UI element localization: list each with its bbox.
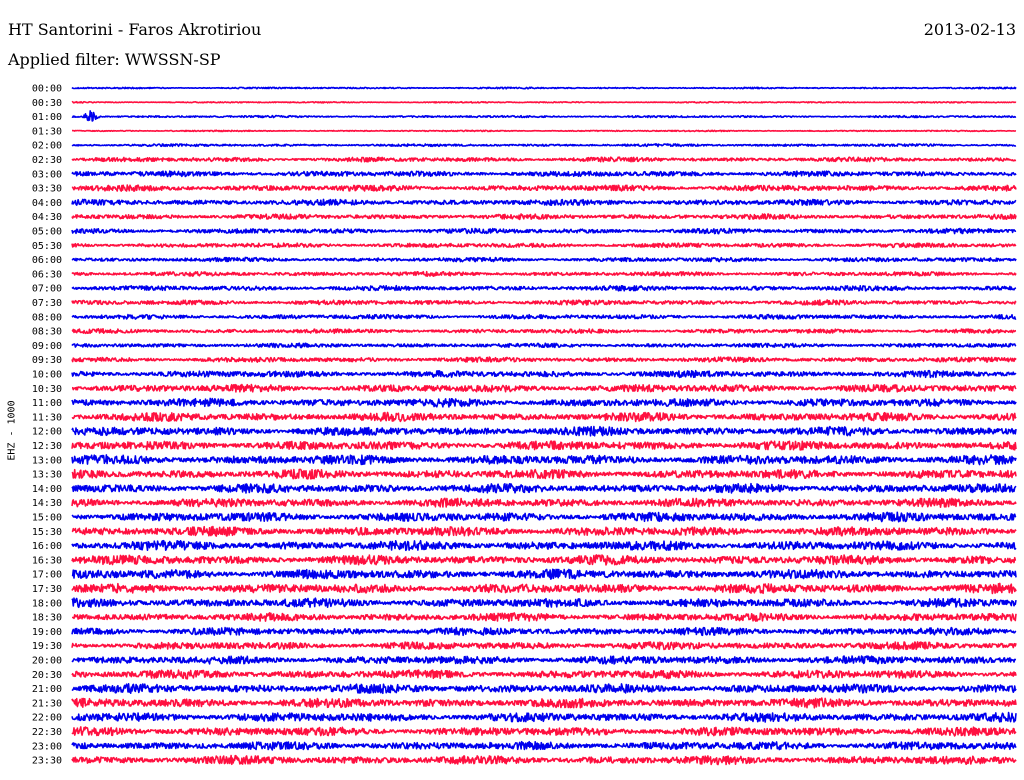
- trace-0600: [71, 256, 1017, 263]
- row-label: 19:00: [32, 627, 62, 638]
- trace-0930: [71, 356, 1017, 363]
- row-label: 09:30: [32, 355, 62, 366]
- row-label: 18:30: [32, 613, 62, 624]
- row-label: 16:30: [32, 555, 62, 566]
- trace-2030: [71, 669, 1017, 680]
- row-label: 11:00: [32, 398, 62, 409]
- trace-1400: [71, 482, 1017, 494]
- row-label: 22:00: [32, 713, 62, 724]
- row-label: 08:30: [32, 327, 62, 338]
- row-label: 19:30: [32, 641, 62, 652]
- trace-1100: [71, 397, 1017, 408]
- row-label: 17:00: [32, 570, 62, 581]
- trace-0400: [71, 198, 1017, 207]
- trace-0630: [71, 270, 1017, 277]
- row-label: 02:30: [32, 155, 62, 166]
- trace-0830: [71, 328, 1017, 335]
- row-label: 11:30: [32, 412, 62, 423]
- trace-0430: [71, 213, 1017, 221]
- row-label: 14:30: [32, 498, 62, 509]
- row-label: 00:00: [32, 84, 62, 95]
- trace-0530: [71, 242, 1017, 249]
- trace-0330: [71, 184, 1017, 192]
- trace-1800: [71, 597, 1017, 609]
- trace-1930: [71, 641, 1017, 651]
- row-label: 15:30: [32, 527, 62, 538]
- trace-0500: [71, 227, 1017, 235]
- row-label: 22:30: [32, 727, 62, 738]
- trace-2230: [71, 726, 1017, 737]
- row-label: 08:00: [32, 312, 62, 323]
- trace-2300: [71, 740, 1017, 751]
- row-label: 01:30: [32, 126, 62, 137]
- trace-1030: [71, 383, 1017, 393]
- trace-0300: [71, 170, 1017, 178]
- trace-1300: [71, 454, 1017, 466]
- trace-0730: [71, 299, 1017, 306]
- trace-1700: [71, 568, 1017, 580]
- trace-1630: [71, 554, 1017, 566]
- row-label: 01:00: [32, 112, 62, 123]
- trace-0200: [71, 143, 1017, 148]
- trace-1730: [71, 582, 1017, 595]
- row-label: 07:00: [32, 284, 62, 295]
- trace-0130: [71, 129, 1017, 133]
- trace-2100: [71, 683, 1017, 695]
- row-label: 10:30: [32, 384, 62, 395]
- row-label: 12:30: [32, 441, 62, 452]
- trace-0000: [71, 86, 1017, 90]
- trace-0900: [71, 342, 1017, 349]
- row-label: 18:00: [32, 598, 62, 609]
- trace-1230: [71, 440, 1017, 451]
- row-label: 07:30: [32, 298, 62, 309]
- row-label: 02:00: [32, 141, 62, 152]
- row-label: 00:30: [32, 98, 62, 109]
- row-label: 12:00: [32, 427, 62, 438]
- row-label: 23:30: [32, 756, 62, 767]
- trace-2200: [71, 711, 1017, 723]
- trace-0800: [71, 313, 1017, 320]
- row-label: 21:30: [32, 698, 62, 709]
- row-label: 17:30: [32, 584, 62, 595]
- trace-1000: [71, 369, 1017, 379]
- row-label: 06:30: [32, 269, 62, 280]
- row-label: 04:30: [32, 212, 62, 223]
- row-label: 10:00: [32, 370, 62, 381]
- trace-1830: [71, 612, 1017, 622]
- trace-1130: [71, 411, 1017, 423]
- trace-0030: [71, 100, 1017, 104]
- row-label: 05:00: [32, 227, 62, 238]
- row-label: 14:00: [32, 484, 62, 495]
- row-label: 20:30: [32, 670, 62, 681]
- trace-0700: [71, 284, 1017, 292]
- row-label: 03:00: [32, 169, 62, 180]
- trace-1430: [71, 497, 1017, 508]
- row-label: 04:00: [32, 198, 62, 209]
- row-label: 09:00: [32, 341, 62, 352]
- row-label: 03:30: [32, 184, 62, 195]
- row-label: 21:00: [32, 684, 62, 695]
- trace-1200: [71, 425, 1017, 437]
- trace-2130: [71, 697, 1017, 709]
- row-label: 23:00: [32, 741, 62, 752]
- trace-1600: [71, 539, 1017, 552]
- row-label: 06:00: [32, 255, 62, 266]
- trace-1500: [71, 511, 1017, 523]
- trace-0230: [71, 156, 1017, 163]
- trace-1330: [71, 468, 1017, 480]
- trace-1900: [71, 626, 1017, 637]
- row-label: 13:00: [32, 455, 62, 466]
- row-label: 16:00: [32, 541, 62, 552]
- trace-0100: [71, 110, 1017, 122]
- row-label: 13:30: [32, 470, 62, 481]
- helicorder-plot: 00:00 00:30 01:00 01:30 02:00 02:30 03:00 03:30…: [32, 84, 1017, 767]
- trace-2330: [71, 754, 1017, 766]
- row-label: 05:30: [32, 241, 62, 252]
- row-label: 20:00: [32, 656, 62, 667]
- row-label: 15:00: [32, 513, 62, 524]
- trace-2000: [71, 655, 1017, 665]
- trace-1530: [71, 525, 1017, 537]
